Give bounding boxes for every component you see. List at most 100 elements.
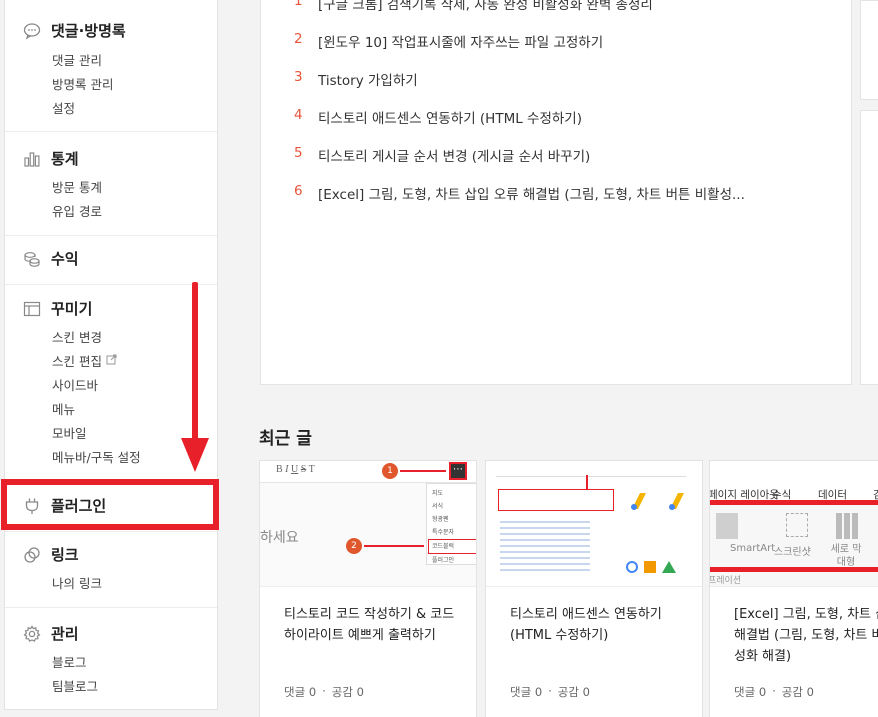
recent-post-card[interactable]: 티스토리 애드센스 연동하기 (HTML 수정하기) 댓글 0 · 공감 0 xyxy=(485,460,703,717)
ribbon-group-label: 프레이션 xyxy=(710,576,742,586)
thumb-arrow-1 xyxy=(400,470,446,472)
popular-post-title: 티스토리 애드센스 연동하기 (HTML 수정하기) xyxy=(318,111,582,127)
toolbar-format-icons: B I U S T xyxy=(276,464,315,475)
comment-count: 댓글 0 xyxy=(510,685,543,699)
sidebar-item-manage[interactable]: 관리 xyxy=(23,623,79,644)
search-result-lines xyxy=(500,517,590,573)
sidebar-sub-my-links[interactable]: 나의 링크 xyxy=(52,573,102,592)
popular-post-rank: 6 xyxy=(294,183,303,199)
sidebar-sub-skin-edit[interactable]: 스킨 편집 xyxy=(52,351,117,370)
more-icon: ⋯ xyxy=(449,462,467,480)
sidebar-sub-menu[interactable]: 메뉴 xyxy=(52,399,75,418)
popular-post-item[interactable]: 2 [윈도우 10] 작업표시줄에 자주쓰는 파일 고정하기 xyxy=(294,31,603,51)
popular-post-title: Tistory 가입하기 xyxy=(318,73,418,89)
app-icon xyxy=(626,561,638,573)
popular-post-title: [구글 크롬] 검색기록 삭제, 자동 완성 비활성화 완벽 총정리 xyxy=(318,0,653,13)
adsense-logo xyxy=(626,491,698,511)
annotation-arrow-head xyxy=(181,438,209,472)
sidebar-item-label: 링크 xyxy=(51,546,79,564)
app-icon xyxy=(662,561,676,573)
step-badge-1: 1 xyxy=(382,463,398,479)
popular-post-item[interactable]: 4 티스토리 애드센스 연동하기 (HTML 수정하기) xyxy=(294,107,582,127)
sidebar-sub-referrer[interactable]: 유입 경로 xyxy=(52,201,102,220)
gear-icon xyxy=(23,624,41,643)
thumb-arrow-2 xyxy=(364,545,424,547)
sidebar-section-stats: 통계 방문 통계 유입 경로 xyxy=(5,132,217,236)
sidebar-sub-settings[interactable]: 설정 xyxy=(52,98,75,117)
external-link-icon xyxy=(106,353,117,368)
menu-item-code-block: 코드블럭 xyxy=(428,539,476,554)
sidebar-item-comments[interactable]: 댓글·방명록 xyxy=(23,20,126,41)
sidebar-sub-label: 스킨 편집 xyxy=(52,354,102,369)
popular-post-title: 티스토리 게시글 순서 변경 (게시글 순서 바꾸기) xyxy=(318,149,591,165)
popular-post-rank: 2 xyxy=(294,31,303,47)
sidebar-item-stats[interactable]: 통계 xyxy=(23,148,79,169)
excel-ribbon-tabs: 페이지 레이아웃 수식 데이터 검 xyxy=(710,461,878,501)
popular-post-item[interactable]: 6 [Excel] 그림, 도형, 차트 삽입 오류 해결법 (그림, 도형, … xyxy=(294,183,745,203)
popular-post-item[interactable]: 1 [구글 크롬] 검색기록 삭제, 자동 완성 비활성화 완벽 총정리 xyxy=(294,0,653,13)
recent-posts-heading: 최근 글 xyxy=(259,429,312,449)
post-meta: 댓글 0 · 공감 0 xyxy=(510,684,590,700)
post-thumbnail: B I U S T ⋯ 1 하세요 2 지도 서식 형광펜 특수문자 코드블럭 … xyxy=(260,461,476,587)
ribbon-highlight-top xyxy=(710,500,878,505)
editor-placeholder: 하세요 xyxy=(260,530,299,546)
sidebar-section-revenue: 수익 xyxy=(5,236,217,285)
post-thumbnail xyxy=(486,461,702,587)
popular-post-rank: 5 xyxy=(294,145,303,161)
sidebar-sub-sidebar[interactable]: 사이드바 xyxy=(52,375,98,394)
sidebar-item-label: 통계 xyxy=(51,150,79,168)
layout-icon xyxy=(23,300,41,318)
speech-bubble-icon xyxy=(23,22,41,40)
sidebar-sub-comment-manage[interactable]: 댓글 관리 xyxy=(52,50,102,69)
sidebar-sub-team-blog[interactable]: 팀블로그 xyxy=(52,676,98,695)
like-count: 공감 0 xyxy=(331,685,364,699)
menu-item: 서식 xyxy=(432,503,444,510)
sidebar-sub-mobile[interactable]: 모바일 xyxy=(52,423,87,442)
screenshot-icon xyxy=(786,513,808,537)
sidebar-item-design[interactable]: 꾸미기 xyxy=(23,298,92,319)
sidebar-sub-skin-change[interactable]: 스킨 변경 xyxy=(52,327,102,346)
like-count: 공감 0 xyxy=(557,685,590,699)
menu-item: 특수문자 xyxy=(432,529,455,536)
sidebar-item-links[interactable]: 링크 xyxy=(23,544,79,565)
sidebar-item-label: 수익 xyxy=(51,250,79,268)
bar-chart-icon xyxy=(836,513,858,539)
annotation-highlight-box xyxy=(1,479,219,530)
right-panel-top xyxy=(860,0,878,100)
sidebar-item-revenue[interactable]: 수익 xyxy=(23,248,79,269)
popular-posts-panel: 1 [구글 크롬] 검색기록 삭제, 자동 완성 비활성화 완벽 총정리 2 [… xyxy=(260,0,852,385)
comment-count: 댓글 0 xyxy=(734,685,767,699)
sidebar-sub-blog[interactable]: 블로그 xyxy=(52,652,87,671)
menu-item: 지도 xyxy=(432,490,444,497)
post-title: 티스토리 애드센스 연동하기 (HTML 수정하기) xyxy=(510,607,662,643)
right-panel-bottom xyxy=(860,110,878,385)
sidebar-sub-menubar-subscribe[interactable]: 메뉴바/구독 설정 xyxy=(52,447,141,466)
post-meta: 댓글 0 · 공감 0 xyxy=(284,684,364,700)
coins-icon xyxy=(23,250,41,268)
recent-post-card[interactable]: B I U S T ⋯ 1 하세요 2 지도 서식 형광펜 특수문자 코드블럭 … xyxy=(259,460,477,717)
app-icons xyxy=(626,561,676,573)
recent-post-card[interactable]: 페이지 레이아웃 수식 데이터 검 SmartArt 스크린샷 세로 막대형 프… xyxy=(709,460,878,717)
popular-post-rank: 4 xyxy=(294,107,303,123)
ribbon-highlight-bottom xyxy=(710,567,878,572)
ribbon-label: 세로 막대형 xyxy=(830,544,862,568)
insert-menu: 지도 서식 형광펜 특수문자 코드블럭 플러그인 xyxy=(426,483,476,565)
menu-item: 플러그인 xyxy=(432,557,455,564)
sidebar-item-label: 꾸미기 xyxy=(51,300,93,318)
annotation-arrow-shaft xyxy=(192,282,198,442)
post-meta: 댓글 0 · 공감 0 xyxy=(734,684,814,700)
sidebar-sub-visit-stats[interactable]: 방문 통계 xyxy=(52,177,102,196)
sidebar-section-manage: 관리 블로그 팀블로그 xyxy=(5,608,217,710)
like-count: 공감 0 xyxy=(781,685,814,699)
popular-post-item[interactable]: 5 티스토리 게시글 순서 변경 (게시글 순서 바꾸기) xyxy=(294,145,590,165)
sidebar: 댓글·방명록 댓글 관리 방명록 관리 설정 통계 방문 통계 유입 경로 수익… xyxy=(4,0,218,710)
browser-bar xyxy=(496,467,686,477)
popular-post-item[interactable]: 3 Tistory 가입하기 xyxy=(294,69,418,89)
post-thumbnail: 페이지 레이아웃 수식 데이터 검 SmartArt 스크린샷 세로 막대형 프… xyxy=(710,461,878,587)
popular-post-title: [Excel] 그림, 도형, 차트 삽입 오류 해결법 (그림, 도형, 차트… xyxy=(318,187,745,203)
sidebar-sub-guestbook-manage[interactable]: 방명록 관리 xyxy=(52,74,113,93)
popular-post-title: [윈도우 10] 작업표시줄에 자주쓰는 파일 고정하기 xyxy=(318,35,604,51)
ribbon-label: SmartArt xyxy=(730,543,776,554)
sidebar-section-links: 링크 나의 링크 xyxy=(5,531,217,608)
bar-chart-icon xyxy=(23,150,41,168)
